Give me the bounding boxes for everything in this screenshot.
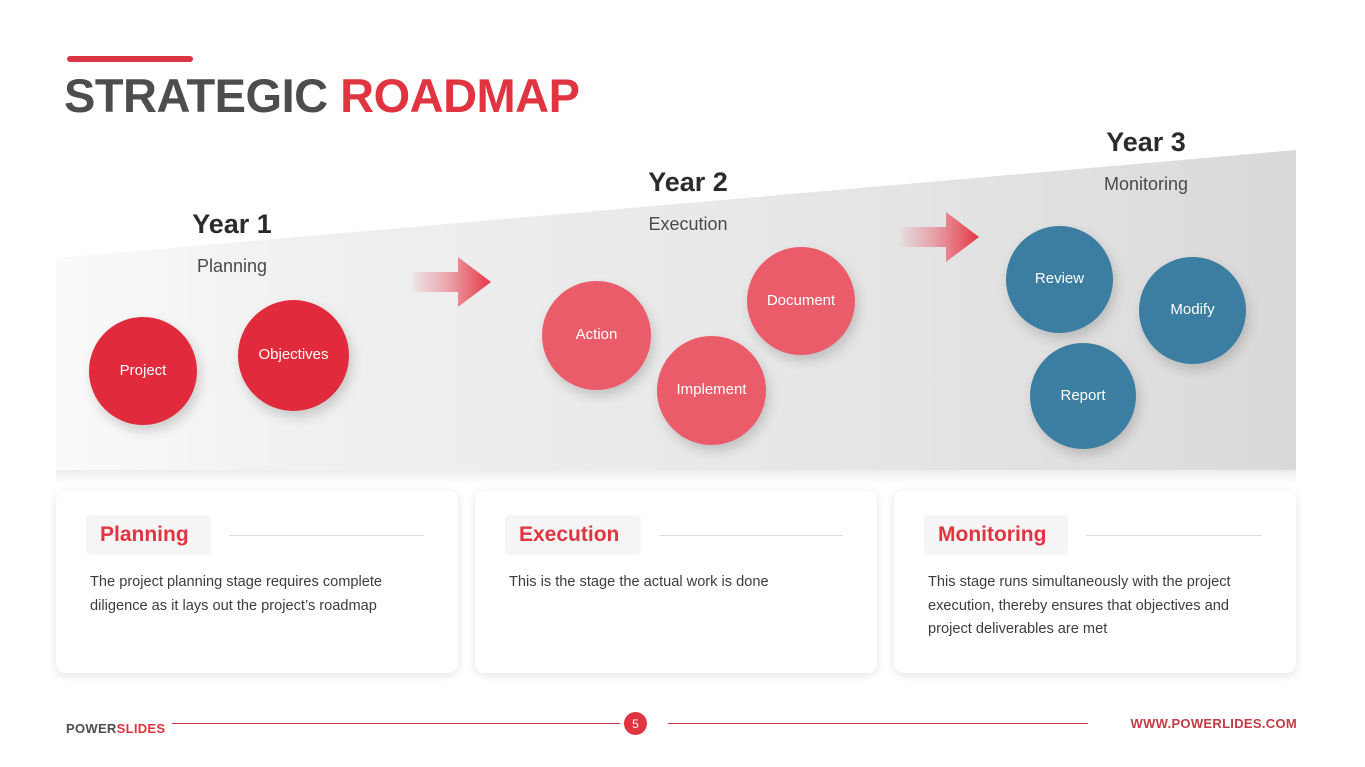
card-header: Planning [86,514,428,556]
page-title-part-2: ROADMAP [340,69,580,122]
bubble-implement[interactable]: Implement [657,336,766,445]
page-title-part-1: STRATEGIC [64,69,328,122]
stage-heading-year-2: Year 2 Execution [592,166,784,235]
bubble-label: Document [766,291,836,309]
stage-detail-cards: Planning The project planning stage requ… [56,491,1296,673]
page-number-badge: 5 [624,712,647,735]
bubble-label: Project [119,361,167,379]
card-divider [228,534,424,536]
bubble-label: Review [1034,270,1085,288]
stage-phase-label-3: Monitoring [1103,173,1189,194]
bubble-label: Modify [1170,301,1215,319]
card-title: Planning [86,514,211,556]
card-header: Monitoring [924,514,1266,556]
card-divider [1086,534,1262,536]
bubble-label: Objectives [258,346,329,364]
bubble-report[interactable]: Report [1030,343,1136,449]
stage-year-label-3: Year 3 [1106,127,1186,157]
bubble-modify[interactable]: Modify [1139,257,1246,364]
bubble-document[interactable]: Document [747,247,855,355]
bubble-project[interactable]: Project [89,317,197,425]
card-header: Execution [505,514,847,556]
page-title: STRATEGIC ROADMAP [64,68,580,124]
footer-rule-right [668,723,1088,724]
bubble-action[interactable]: Action [542,281,651,390]
stage-heading-year-3: Year 3 Monitoring [1050,126,1242,195]
footer-rule-left [172,723,620,724]
card-divider [659,534,843,536]
stage-heading-year-1: Year 1 Planning [136,208,328,277]
card-title: Execution [505,514,642,556]
card-planning[interactable]: Planning The project planning stage requ… [56,491,458,673]
card-body: This stage runs simultaneously with the … [928,574,1231,638]
title-accent-bar [67,56,193,62]
stage-year-label-1: Year 1 [192,209,272,239]
bubble-objectives[interactable]: Objectives [238,300,349,411]
arrow-right-icon-1 [412,253,492,316]
brand-part-2: SLIDES [116,721,166,736]
stage-phase-label-1: Planning [196,255,268,276]
bubble-label: Implement [676,381,747,399]
arrow-right-icon-2 [900,208,980,271]
stage-phase-label-2: Execution [648,213,728,234]
card-execution[interactable]: Execution This is the stage the actual w… [475,491,877,673]
bubble-label: Action [575,326,618,344]
card-body: This is the stage the actual work is don… [509,574,769,590]
website-url[interactable]: WWW.POWERLIDES.COM [1131,716,1297,731]
card-monitoring[interactable]: Monitoring This stage runs simultaneousl… [894,491,1296,673]
bubble-label: Report [1060,386,1106,404]
stage-year-label-2: Year 2 [648,167,728,197]
brand-part-1: POWER [66,721,117,736]
brand-logo: POWERSLIDES [66,721,165,736]
card-body: The project planning stage requires comp… [90,574,383,614]
bubble-review[interactable]: Review [1006,226,1113,333]
card-title: Monitoring [924,514,1069,556]
